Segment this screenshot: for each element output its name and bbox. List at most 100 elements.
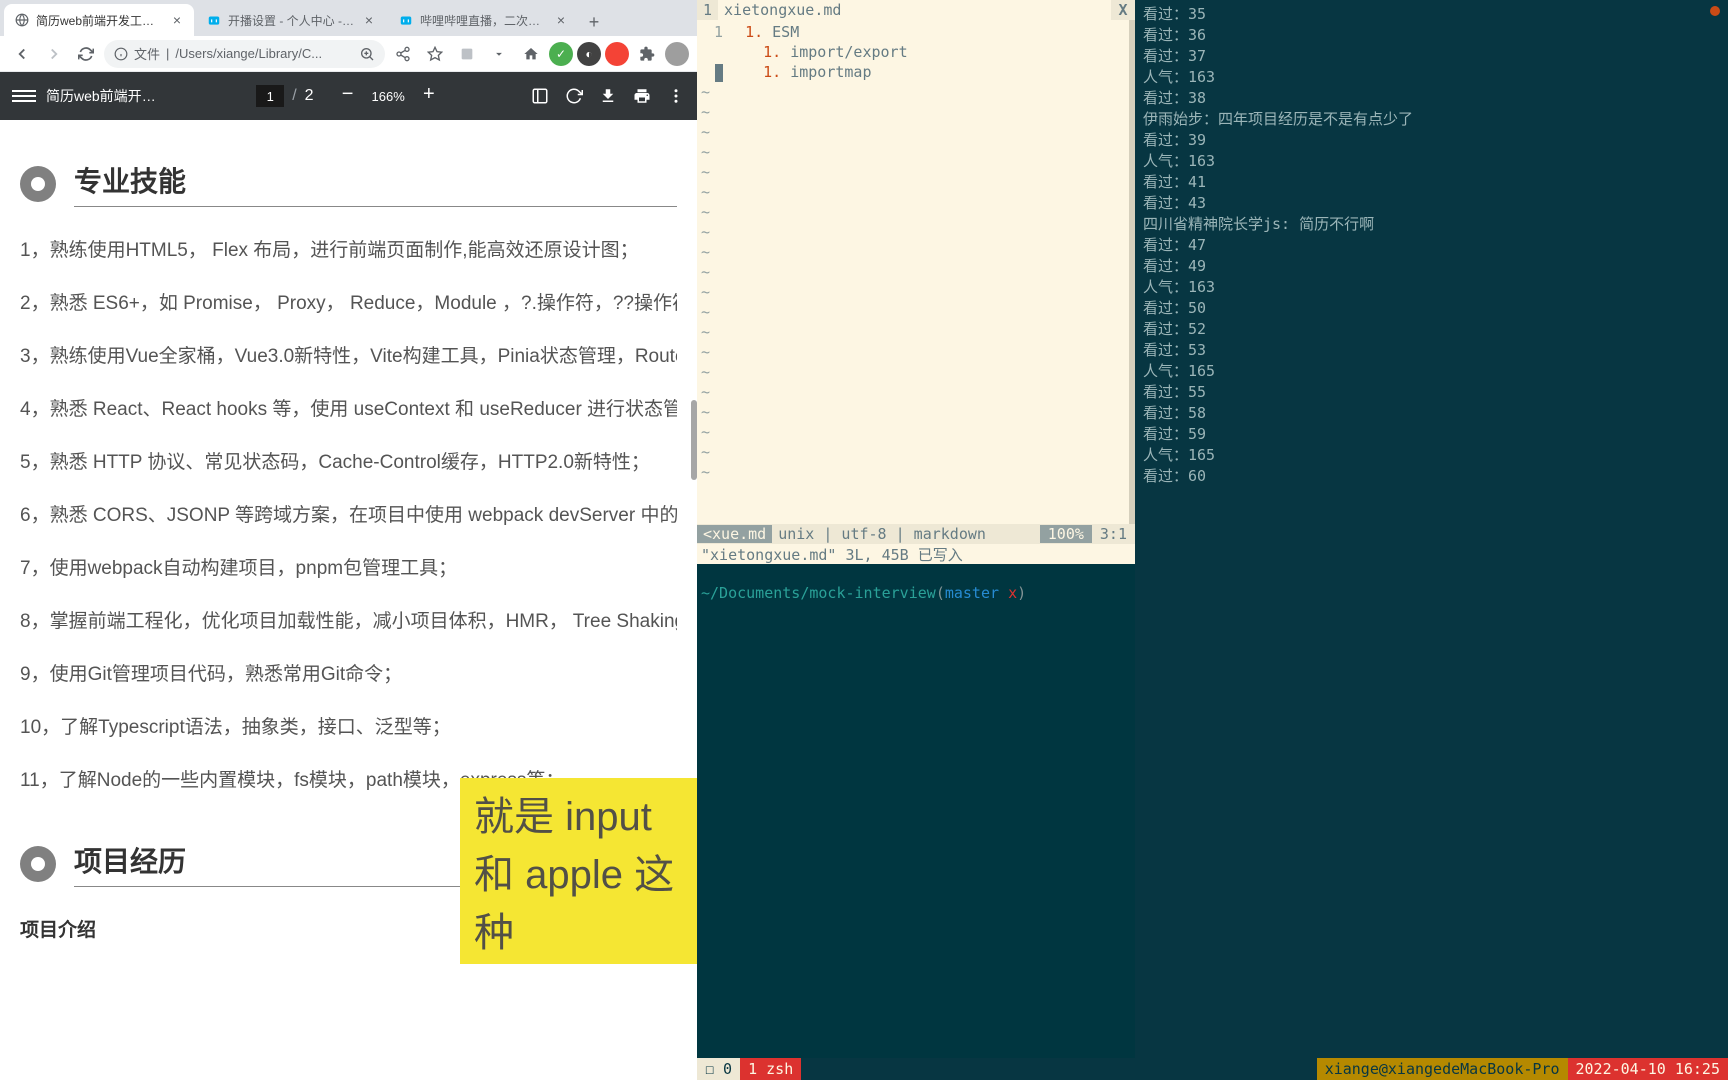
shell-prompt: ~/Documents/mock-interview(master x) [701,584,1131,602]
prompt-branch: master [945,584,999,602]
pdf-page-indicator: / 2 [256,85,313,107]
chat-message: 人气：163 [1143,67,1722,88]
bookmark-button[interactable] [421,40,449,68]
extension-icon[interactable] [485,40,513,68]
chat-message: 看过：58 [1143,403,1722,424]
vim-empty-line: ~ [697,82,1135,102]
vim-status-meta: unix | utf-8 | markdown [772,525,992,543]
vim-status-position: 3:1 [1092,525,1135,543]
close-icon[interactable]: × [362,13,376,27]
extension-icon[interactable]: ✓ [549,42,573,66]
browser-tab-active[interactable]: 简历web前端开发工程师 .p... × [4,4,194,36]
bullet-icon [20,166,56,202]
tmux-session[interactable]: ☐ 0 [697,1058,740,1080]
vim-empty-line: ~ [697,342,1135,362]
share-button[interactable] [389,40,417,68]
tmux-spacer [801,1058,1316,1080]
vim-empty-line: ~ [697,422,1135,442]
tmux-status-bar: ☐ 0 1 zsh xiange@xiangedeMacBook-Pro 202… [697,1058,1728,1080]
fit-page-icon[interactable] [531,87,549,105]
extension-icon[interactable]: ◐ [577,42,601,66]
extensions-button[interactable] [633,40,661,68]
skill-line: 1，熟练使用HTML5， Flex 布局，进行前端页面制作,能高效还原设计图； [20,235,677,262]
vim-empty-line: ~ [697,202,1135,222]
pdf-toolbar: 简历web前端开发工程... / 2 − 166% + [0,72,697,120]
extension-icon[interactable] [517,40,545,68]
chat-message: 看过：47 [1143,235,1722,256]
browser-tab[interactable]: 开播设置 - 个人中心 - bilib... × [196,4,386,36]
vim-empty-line: ~ [697,102,1135,122]
info-icon [114,47,128,61]
bilibili-icon [206,12,222,28]
new-tab-button[interactable]: + [580,8,608,36]
terminal-area[interactable]: ~/Documents/mock-interview(master x) [697,564,1135,1080]
reload-button[interactable] [72,40,100,68]
close-icon[interactable]: × [554,13,568,27]
chat-message: 人气：163 [1143,151,1722,172]
vim-empty-line: ~ [697,442,1135,462]
vim-empty-line: ~ [697,282,1135,302]
tmux-window[interactable]: 1 zsh [740,1058,801,1080]
zoom-icon[interactable] [359,46,375,62]
prompt-path: ~/Documents/mock-interview [701,584,936,602]
chat-message: 看过：39 [1143,130,1722,151]
chat-pane[interactable]: 看过：35看过：36看过：37人气：163看过：38伊雨始步：四年项目经历是不是… [1135,0,1728,1080]
skill-line: 5，熟悉 HTTP 协议、常见状态码，Cache-Control缓存，HTTP2… [20,447,677,474]
vim-tabline: 1 xietongxue.md X [697,0,1135,20]
chat-message: 四川省精神院长学js: 简历不行啊 [1143,214,1722,235]
browser-toolbar: 文件 | /Users/xiange/Library/C... ✓ ◐ [0,36,697,72]
profile-button[interactable] [665,42,689,66]
vim-tab-number[interactable]: 1 [697,0,718,20]
zoom-out-button[interactable]: − [336,84,360,108]
menu-icon[interactable] [12,90,36,102]
skill-line: 10，了解Typescript语法，抽象类，接口、泛型等； [20,712,677,739]
browser-tab[interactable]: 哔哩哔哩直播，二次元弹幕... × [388,4,578,36]
pdf-page-total: 2 [305,87,314,105]
vim-empty-line: ~ [697,162,1135,182]
vim-empty-line: ~ [697,302,1135,322]
skill-line: 3，熟练使用Vue全家桶，Vue3.0新特性，Vite构建工具，Pinia状态管… [20,341,677,368]
skill-line: 8，掌握前端工程化，优化项目加载性能，减小项目体积，HMR， Tree Shak… [20,606,677,633]
vim-editor[interactable]: 1 1. ESM 1. import/export 1. importmap ~… [697,20,1135,524]
url-text: /Users/xiange/Library/C... [175,46,353,61]
pdf-title: 简历web前端开发工程... [46,86,166,106]
vim-tab-name[interactable]: xietongxue.md [718,0,1111,20]
browser-window: 简历web前端开发工程师 .p... × 开播设置 - 个人中心 - bilib… [0,0,697,1080]
url-bar[interactable]: 文件 | /Users/xiange/Library/C... [104,40,385,68]
chat-message: 人气：165 [1143,361,1722,382]
vim-empty-line: ~ [697,262,1135,282]
tab-title: 哔哩哔哩直播，二次元弹幕... [420,12,548,29]
pdf-page-input[interactable] [256,85,284,107]
zoom-in-button[interactable]: + [417,84,441,108]
more-icon[interactable] [667,87,685,105]
download-icon[interactable] [599,87,617,105]
vim-empty-line: ~ [697,402,1135,422]
chat-message: 看过：38 [1143,88,1722,109]
print-icon[interactable] [633,87,651,105]
chat-message: 看过：49 [1143,256,1722,277]
extension-icon[interactable] [605,42,629,66]
back-button[interactable] [8,40,36,68]
vim-empty-line: ~ [697,222,1135,242]
notification-dot-icon [1710,6,1720,16]
vim-empty-line: ~ [697,362,1135,382]
vim-empty-line: ~ [697,382,1135,402]
chat-message: 看过：50 [1143,298,1722,319]
chat-message: 看过：60 [1143,466,1722,487]
skill-line: 9，使用Git管理项目代码，熟悉常用Git命令； [20,659,677,686]
vim-line: 1 1. ESM [697,22,1135,42]
extension-icon[interactable] [453,40,481,68]
chat-message: 看过：43 [1143,193,1722,214]
vim-tab-close[interactable]: X [1111,0,1135,20]
close-icon[interactable]: × [170,13,184,27]
vim-pane: 1 xietongxue.md X 1 1. ESM 1. import/exp… [697,0,1135,1080]
subtitle-caption: 就是 input 和 apple 这种 [460,778,697,964]
chat-message: 人气：165 [1143,445,1722,466]
chat-message: 人气：163 [1143,277,1722,298]
url-prefix: 文件 [134,44,160,63]
rotate-icon[interactable] [565,87,583,105]
forward-button[interactable] [40,40,68,68]
vim-empty-line: ~ [697,242,1135,262]
vim-empty-line: ~ [697,142,1135,162]
vim-command-line: "xietongxue.md" 3L, 45B 已写入 [697,544,1135,564]
